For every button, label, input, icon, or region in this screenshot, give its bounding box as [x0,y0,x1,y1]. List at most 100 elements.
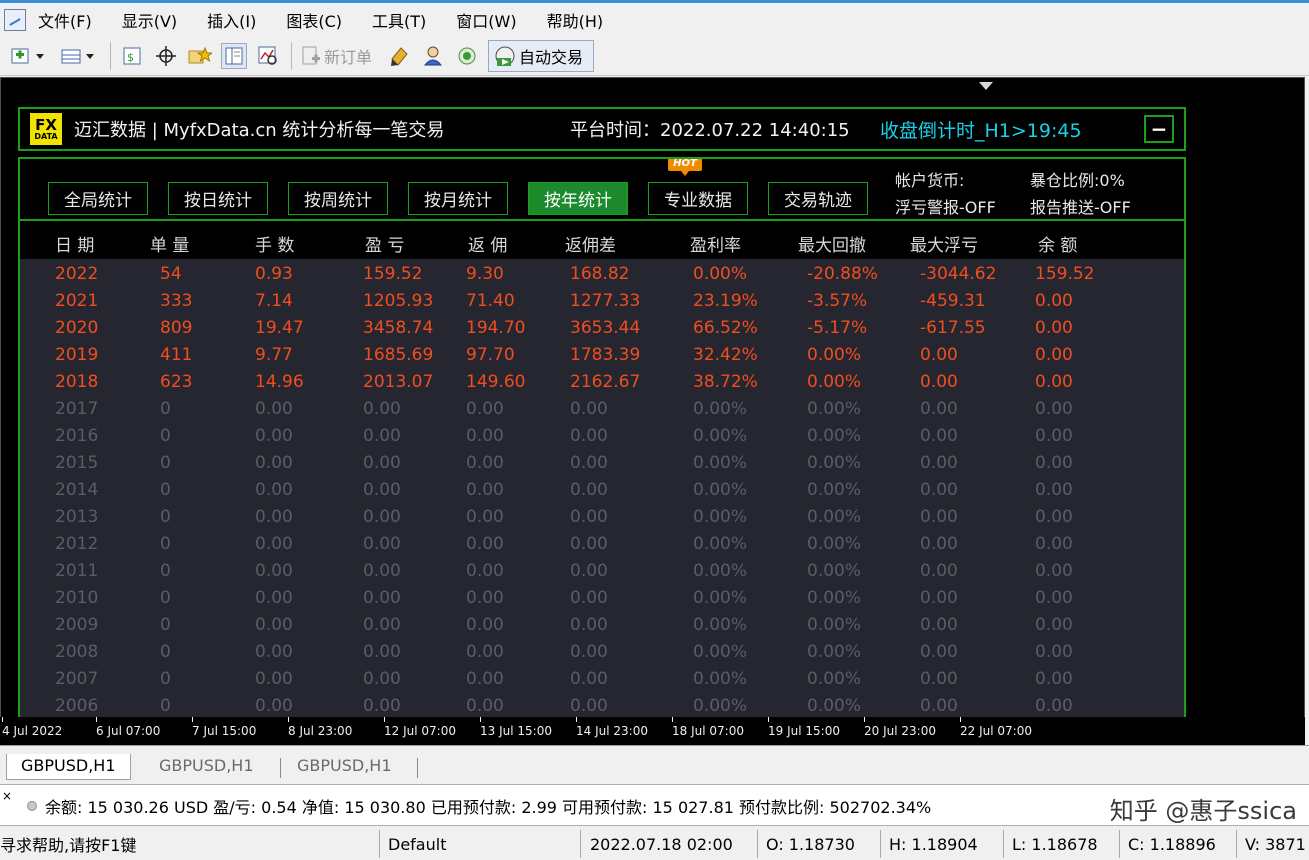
chart-shift-marker[interactable] [979,82,993,90]
cell-rebate: 0.00 [466,507,504,527]
cell-rebate-diff: 0.00 [570,642,608,662]
favorites-icon[interactable] [187,43,213,69]
table-row: 2014 0 0.00 0.00 0.00 0.00 0.00% 0.00% 0.00 0.00 [20,477,1184,504]
status-separator [580,830,581,858]
time-axis-tick [768,717,769,722]
tab-global-stats[interactable]: 全局统计 [48,182,148,215]
metaeditor-icon[interactable] [386,43,412,69]
tab-yearly-stats[interactable]: 按年统计 [528,182,628,215]
tab-pro-data[interactable]: 专业数据 [648,182,748,215]
status-separator [379,830,380,858]
cell-pnl: 0.00 [363,534,401,554]
cell-year: 2013 [55,507,99,527]
cell-balance: 0.00 [1035,669,1073,689]
chart-tab-3[interactable]: GBPUSD,H1 [283,754,406,780]
cell-orders: 0 [160,480,171,500]
terminal-close-icon[interactable]: × [2,789,12,803]
watermark-text: 知乎 @惠子ssica [1109,797,1297,825]
cell-balance: 0.00 [1035,399,1073,419]
menu-view[interactable]: 显示(V) [122,8,177,32]
menu-help[interactable]: 帮助(H) [547,8,604,32]
cell-rebate: 0.00 [466,615,504,635]
float-alert-toggle[interactable]: 浮亏警报-OFF [895,194,996,218]
toolbar-separator [291,41,292,70]
time-axis-label: 4 Jul 2022 [2,724,63,738]
new-chart-icon[interactable] [8,43,50,69]
crosshair-icon[interactable] [153,43,179,69]
cell-year: 2010 [55,588,99,608]
menu-window[interactable]: 窗口(W) [456,8,516,32]
tab-trade-trace[interactable]: 交易轨迹 [768,182,868,215]
status-open: O: 1.18730 [766,834,855,854]
cell-profit-rate: 0.00% [693,264,748,284]
cell-profit-rate: 0.00% [693,696,748,716]
time-axis-tick [96,717,97,722]
menu-charts[interactable]: 图表(C) [286,8,342,32]
cell-profit-rate: 66.52% [693,318,758,338]
cell-orders: 0 [160,615,171,635]
cell-balance: 0.00 [1035,696,1073,716]
cell-balance: 0.00 [1035,291,1073,311]
cell-orders: 0 [160,453,171,473]
chart-tab-2[interactable]: GBPUSD,H1 [145,754,268,780]
cell-profit-rate: 0.00% [693,399,748,419]
cell-year: 2020 [55,318,99,338]
table-row: 2007 0 0.00 0.00 0.00 0.00 0.00% 0.00% 0.00 0.00 [20,666,1184,693]
cell-pnl: 0.00 [363,669,401,689]
cell-orders: 0 [160,669,171,689]
cell-rebate-diff: 0.00 [570,426,608,446]
status-separator [1236,830,1237,858]
cell-year: 2014 [55,480,99,500]
new-order-button[interactable]: 新订单 [300,44,372,68]
chart-tab-1[interactable]: GBPUSD,H1 [6,754,131,780]
cell-rebate: 0.00 [466,534,504,554]
toolbar-separator [110,41,111,70]
chart-tab-bar: GBPUSD,H1 GBPUSD,H1 GBPUSD,H1 [0,745,1309,783]
cell-year: 2019 [55,345,99,365]
market-watch-icon[interactable]: $ [119,43,145,69]
chart-window[interactable]: FX DATA 迈汇数据 | MyfxData.cn 统计分析每一笔交易 平台时… [0,77,1309,717]
cell-lots: 0.00 [255,399,293,419]
tester-icon[interactable] [255,43,281,69]
report-push-toggle[interactable]: 报告推送-OFF [1030,194,1131,218]
tab-daily-stats[interactable]: 按日统计 [168,182,268,215]
cell-profit-rate: 0.00% [693,426,748,446]
cell-max-drawdown: -20.88% [807,264,878,284]
time-axis-label: 18 Jul 07:00 [672,724,744,738]
menu-tools[interactable]: 工具(T) [372,8,426,32]
cell-lots: 0.00 [255,588,293,608]
cell-orders: 333 [160,291,193,311]
cell-lots: 0.00 [255,534,293,554]
profiles-icon[interactable] [58,43,100,69]
cell-max-float-loss: 0.00 [920,372,958,392]
navigator-icon[interactable] [221,42,247,69]
cell-year: 2007 [55,669,99,689]
status-separator [1119,830,1120,858]
menu-insert[interactable]: 插入(I) [207,8,256,32]
minimize-button[interactable]: − [1144,115,1174,143]
cell-year: 2011 [55,561,99,581]
cell-balance: 0.00 [1035,480,1073,500]
cell-pnl: 2013.07 [363,372,434,392]
table-row: 2019 411 9.77 1685.69 97.70 1783.39 32.42% 0.00… [20,342,1184,369]
status-bar: 寻求帮助,请按F1键 Default 2022.07.18 02:00 O: 1… [0,828,1309,860]
tab-monthly-stats[interactable]: 按月统计 [408,182,508,215]
auto-trading-button[interactable]: 自动交易 [488,39,595,72]
tab-weekly-stats[interactable]: 按周统计 [288,182,388,215]
experts-icon[interactable] [420,43,446,69]
signals-icon[interactable] [454,43,480,69]
cell-lots: 19.47 [255,318,304,338]
cell-year: 2008 [55,642,99,662]
cell-balance: 0.00 [1035,615,1073,635]
table-row: 2009 0 0.00 0.00 0.00 0.00 0.00% 0.00% 0.00 0.00 [20,612,1184,639]
cell-year: 2009 [55,615,99,635]
terminal-panel: × 余额: 15 030.26 USD 盈/亏: 0.54 净值: 15 030… [0,784,1309,826]
cell-max-float-loss: 0.00 [920,669,958,689]
cell-rebate: 0.00 [466,426,504,446]
cell-rebate-diff: 168.82 [570,264,630,284]
cell-max-drawdown: -5.17% [807,318,868,338]
status-profile[interactable]: Default [388,828,578,860]
cell-rebate: 9.30 [466,264,504,284]
menu-file[interactable]: 文件(F) [38,8,92,32]
chart-tab-separator [417,758,418,778]
